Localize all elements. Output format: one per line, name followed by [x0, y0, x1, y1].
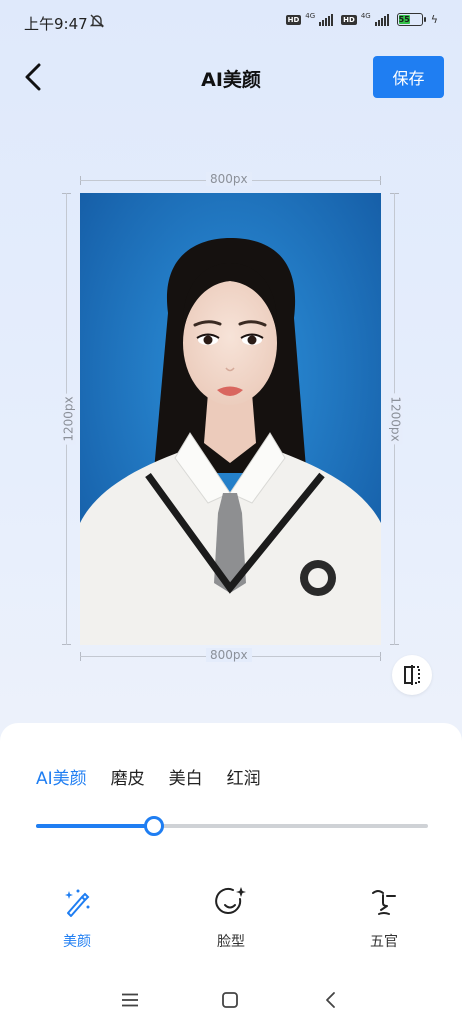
tool-beauty[interactable]: 美颜	[37, 885, 117, 951]
slider-fill	[36, 824, 154, 828]
menu-icon	[122, 993, 138, 1007]
tab-rosy[interactable]: 红润	[227, 764, 261, 789]
battery-text: 55	[398, 15, 410, 24]
back-icon	[326, 992, 335, 1008]
tool-beauty-label: 美颜	[63, 934, 91, 950]
system-nav-bar	[0, 985, 462, 1015]
face-sparkle-icon	[215, 887, 246, 914]
hd-badge: HD	[285, 14, 302, 25]
nav-menu-button[interactable]	[115, 985, 145, 1015]
slider-thumb[interactable]	[144, 816, 164, 836]
tab-smoothing[interactable]: 磨皮	[111, 764, 145, 789]
dim-right-label: 1200px	[388, 393, 403, 445]
compare-icon	[404, 665, 420, 685]
tab-whitening[interactable]: 美白	[169, 764, 203, 789]
tool-features-label: 五官	[370, 934, 398, 950]
tool-face-shape[interactable]: 脸型	[191, 885, 271, 951]
status-bar: 上午9:47 HD 4G HD 4G 55 ϟ	[0, 0, 462, 46]
bell-muted-icon	[89, 14, 105, 28]
portrait-image	[80, 193, 381, 645]
save-button[interactable]: 保存	[373, 56, 444, 98]
facial-features-icon	[372, 890, 396, 915]
status-time: 上午9:47	[24, 15, 88, 33]
nav-home-button[interactable]	[215, 985, 245, 1015]
tool-features[interactable]: 五官	[344, 885, 424, 951]
tab-ai-beauty[interactable]: AI美颜	[36, 764, 87, 789]
beauty-tabs: AI美颜 磨皮 美白 红润	[36, 764, 285, 789]
hd-badge-2: HD	[341, 14, 357, 25]
network-type-2: 4G	[360, 11, 371, 20]
network-type: 4G	[305, 11, 316, 20]
intensity-slider[interactable]	[36, 815, 428, 837]
signal-icon	[319, 13, 334, 26]
magic-wand-icon	[65, 889, 90, 917]
id-photo	[80, 193, 381, 645]
header: AI美颜 保存	[0, 52, 462, 102]
dim-bottom-label: 800px	[206, 648, 252, 662]
charging-icon: ϟ	[430, 13, 438, 26]
dim-left-label: 1200px	[61, 393, 76, 445]
signal-icon-2	[374, 13, 389, 26]
battery-icon: 55	[396, 13, 426, 26]
tool-bar: 美颜 脸型 五官	[0, 885, 462, 955]
compare-button[interactable]	[392, 655, 432, 695]
bottom-panel: AI美颜 磨皮 美白 红润 美颜 脸型 五官	[0, 723, 462, 1027]
dim-top-label: 800px	[206, 172, 252, 186]
home-icon	[222, 992, 238, 1008]
battery-level: 55	[399, 15, 410, 24]
nav-back-button[interactable]	[315, 985, 345, 1015]
tool-face-shape-label: 脸型	[217, 934, 245, 950]
